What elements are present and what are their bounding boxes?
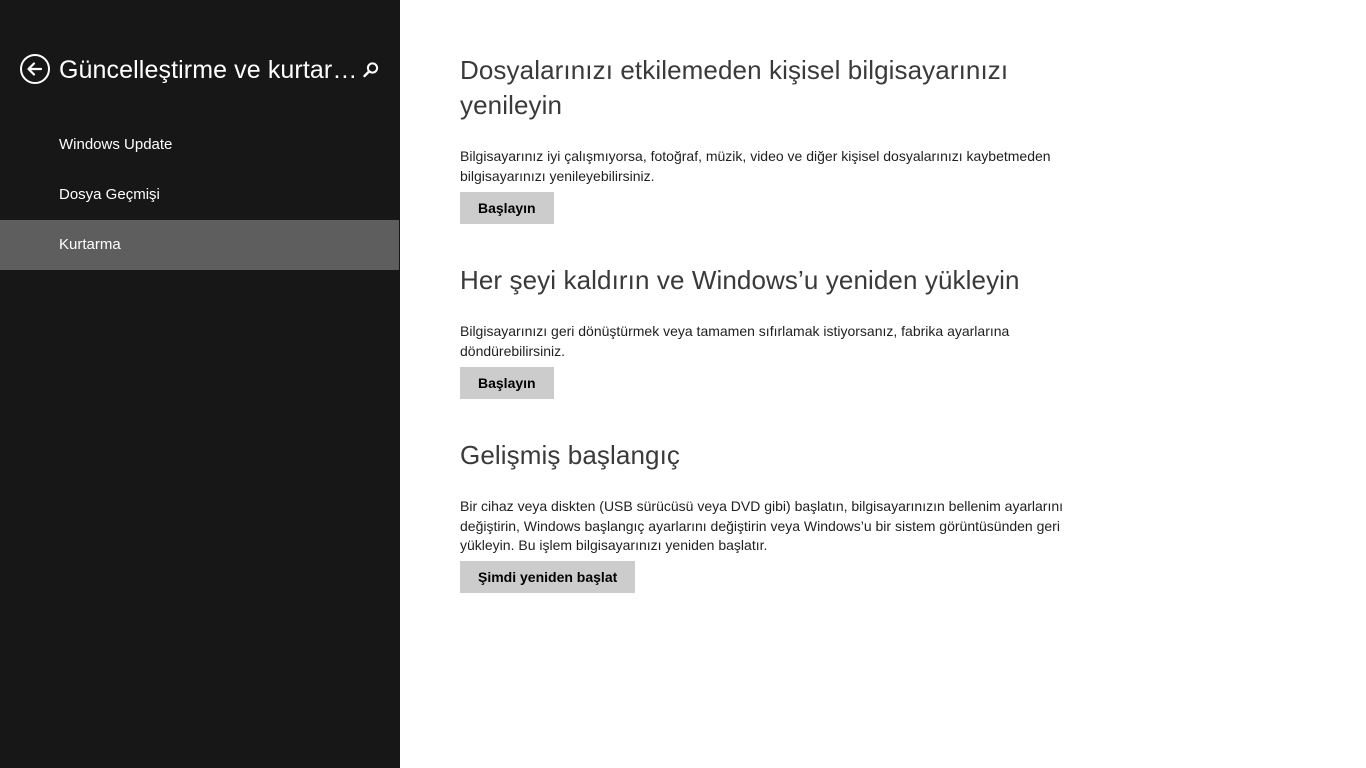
sidebar-item-windows-update[interactable]: Windows Update <box>0 120 400 170</box>
section-title: Gelişmiş başlangıç <box>460 440 680 470</box>
section-description: Bir cihaz veya diskten (USB sürücüsü vey… <box>460 498 1064 553</box>
sidebar-nav: Windows Update Dosya Geçmişi Kurtarma <box>0 120 400 270</box>
section-title: Dosyalarınızı etkilemeden kişisel bilgis… <box>460 55 1009 120</box>
reset-get-started-button[interactable]: Başlayın <box>460 367 554 399</box>
sidebar-item-label: Kurtarma <box>59 236 121 253</box>
sidebar-item-recovery[interactable]: Kurtarma <box>0 220 399 270</box>
search-icon <box>363 62 379 78</box>
search-button[interactable] <box>362 61 380 79</box>
advanced-startup-section: Gelişmiş başlangıç Bir cihaz veya diskte… <box>460 438 1070 593</box>
section-description: Bilgisayarınız iyi çalışmıyorsa, fotoğra… <box>460 148 1051 184</box>
back-button[interactable] <box>20 54 50 84</box>
section-title: Her şeyi kaldırın ve Windows’u yeniden y… <box>460 265 1020 295</box>
refresh-pc-section: Dosyalarınızı etkilemeden kişisel bilgis… <box>460 53 1070 224</box>
sidebar-item-label: Windows Update <box>59 136 173 153</box>
restart-now-button[interactable]: Şimdi yeniden başlat <box>460 560 636 593</box>
back-arrow-icon <box>27 62 43 76</box>
sidebar-header: Güncelleştirme ve kurtarma <box>20 52 386 88</box>
page-title: Güncelleştirme ve kurtarma <box>59 56 359 84</box>
sidebar: Güncelleştirme ve kurtarma Windows Updat… <box>0 0 400 768</box>
sidebar-item-file-history[interactable]: Dosya Geçmişi <box>0 170 400 220</box>
reset-pc-section: Her şeyi kaldırın ve Windows’u yeniden y… <box>460 263 1070 399</box>
sidebar-item-label: Dosya Geçmişi <box>59 186 160 203</box>
section-description: Bilgisayarınızı geri dönüştürmek veya ta… <box>460 323 1010 359</box>
refresh-get-started-button[interactable]: Başlayın <box>460 192 554 224</box>
